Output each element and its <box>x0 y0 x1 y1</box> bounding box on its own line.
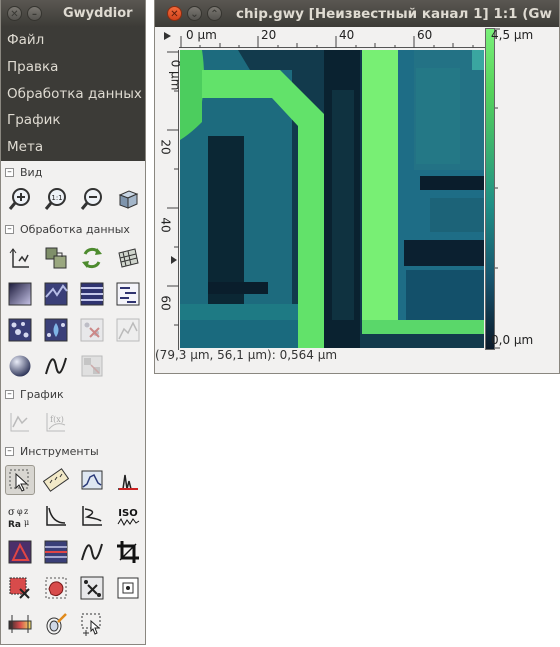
section-tools-label: Инструменты <box>20 445 99 458</box>
menubar: Файл Правка Обработка данных График Мета <box>1 27 145 161</box>
collapse-icon[interactable]: – <box>5 447 14 456</box>
svg-text:φ: φ <box>17 507 23 516</box>
section-graph[interactable]: – График <box>1 387 145 403</box>
roughness-icon[interactable] <box>41 501 71 531</box>
minimize-icon[interactable]: – <box>27 6 42 21</box>
data-window-titlebar: ✕ ⌄ ⌃ chip.gwy [Неизвестный канал 1] 1:1… <box>155 0 559 27</box>
menu-meta[interactable]: Мета <box>1 134 145 161</box>
vruler-label-40: 40 <box>158 217 173 233</box>
fft-icon[interactable] <box>41 279 71 309</box>
section-data-process[interactable]: – Обработка данных <box>1 222 145 238</box>
rotate-icon[interactable] <box>77 243 107 273</box>
data-window: ✕ ⌄ ⌃ chip.gwy [Неизвестный канал 1] 1:1… <box>154 0 560 374</box>
vruler-label-0-wrap: 0 µm <box>156 56 182 96</box>
color-range-icon[interactable] <box>5 609 35 639</box>
filter-icon[interactable] <box>41 609 71 639</box>
menu-file[interactable]: Файл <box>1 27 145 54</box>
sfunctions-icon[interactable] <box>77 501 107 531</box>
svg-text:z: z <box>24 507 28 516</box>
profile-icon[interactable] <box>77 465 107 495</box>
grain-remove-icon[interactable] <box>77 315 107 345</box>
grains-icon[interactable] <box>5 315 35 345</box>
crop-icon[interactable] <box>41 243 71 273</box>
hruler-label-40: 40 <box>339 28 355 42</box>
svg-text:1:1: 1:1 <box>51 194 62 202</box>
mask-pattern-icon[interactable] <box>77 351 107 381</box>
sphere-icon[interactable] <box>5 351 35 381</box>
section-view[interactable]: – Вид <box>1 165 145 181</box>
pointer-icon[interactable] <box>5 465 35 495</box>
colorbar-min-label: 0,0 µm <box>491 333 534 347</box>
hruler-label-60: 60 <box>417 28 433 42</box>
maximize-icon[interactable]: ⌃ <box>207 6 222 21</box>
scar-removal-icon[interactable] <box>77 279 107 309</box>
section-graph-label: График <box>20 388 64 401</box>
vruler-label-60: 60 <box>158 295 173 311</box>
iso-icon[interactable]: ISO <box>113 501 143 531</box>
graph-fit-icon[interactable]: f(x) <box>41 407 71 437</box>
polynomial-icon[interactable] <box>5 537 35 567</box>
3d-view-icon[interactable] <box>113 184 143 214</box>
toolbox-window: ✕ – Gwyddior Файл Правка Обработка данны… <box>0 0 146 645</box>
line-level-icon[interactable] <box>41 537 71 567</box>
hruler-label-20: 20 <box>261 28 277 42</box>
section-tools[interactable]: – Инструменты <box>1 444 145 460</box>
svg-text:σ: σ <box>8 507 15 518</box>
menu-edit[interactable]: Правка <box>1 54 145 81</box>
toolbox-titlebar: ✕ – Gwyddior <box>1 0 145 27</box>
section-view-label: Вид <box>20 166 43 179</box>
data-window-title: chip.gwy [Неизвестный канал 1] 1:1 (Gw <box>236 6 552 22</box>
path-level-icon[interactable] <box>77 537 107 567</box>
zoom-out-icon[interactable] <box>77 184 107 214</box>
menu-graph[interactable]: График <box>1 107 145 134</box>
collapse-icon[interactable]: – <box>5 225 14 234</box>
section-process-label: Обработка данных <box>20 223 130 236</box>
collapse-icon[interactable]: – <box>5 168 14 177</box>
collapse-icon[interactable]: – <box>5 390 14 399</box>
ruler-menu-arrow-icon[interactable] <box>164 32 171 40</box>
svg-text:μ: μ <box>24 518 29 527</box>
minimize-icon[interactable]: ⌄ <box>187 6 202 21</box>
line-correction-icon[interactable] <box>113 279 143 309</box>
flatten-base-icon[interactable] <box>5 243 35 273</box>
cursor-status: (79,3 µm, 56,1 µm): 0,564 µm <box>155 348 337 362</box>
horizontal-ruler <box>179 36 485 48</box>
mask-editor-icon[interactable] <box>5 573 35 603</box>
svg-text:ISO: ISO <box>118 508 137 519</box>
colorbar <box>485 28 495 350</box>
level-plane-icon[interactable] <box>113 243 143 273</box>
afm-height-image[interactable] <box>180 50 484 348</box>
svg-text:Ra: Ra <box>8 520 21 529</box>
spot-remove-icon[interactable] <box>77 573 107 603</box>
graph-measure-icon[interactable] <box>5 407 35 437</box>
menu-data-process[interactable]: Обработка данных <box>1 81 145 108</box>
grain-watershed-icon[interactable] <box>41 315 71 345</box>
shade-icon[interactable] <box>5 279 35 309</box>
spectro-icon[interactable] <box>113 465 143 495</box>
statistics-icon[interactable] <box>113 315 143 345</box>
selection-manager-icon[interactable] <box>77 609 107 639</box>
svg-text:f(x): f(x) <box>50 415 64 424</box>
colorbar-ticks <box>495 28 500 349</box>
distance-icon[interactable] <box>41 465 71 495</box>
close-icon[interactable]: ✕ <box>7 6 22 21</box>
zoom-1-1-icon[interactable]: 1:1 <box>41 184 71 214</box>
level3-icon[interactable] <box>113 573 143 603</box>
grain-measure-icon[interactable] <box>41 573 71 603</box>
close-icon[interactable]: ✕ <box>167 6 182 21</box>
crop-tool-icon[interactable] <box>113 537 143 567</box>
curve-icon[interactable] <box>41 351 71 381</box>
cursor-value-text: (79,3 µm, 56,1 µm): 0,564 µm <box>155 348 338 362</box>
stats-icon[interactable]: σ φ z Ra μ <box>5 501 35 531</box>
zoom-in-icon[interactable] <box>5 184 35 214</box>
toolbox-title: Gwyddior <box>63 6 133 21</box>
vruler-label-20: 20 <box>158 139 173 155</box>
hruler-label-0: 0 µm <box>186 28 217 42</box>
colorbar-max-label: 4,5 µm <box>491 28 534 42</box>
